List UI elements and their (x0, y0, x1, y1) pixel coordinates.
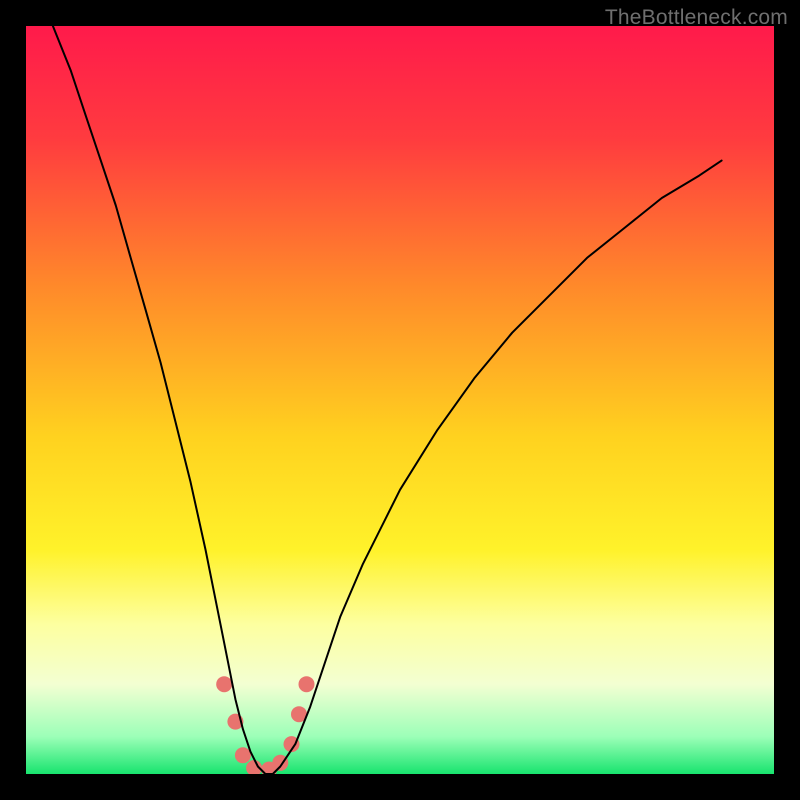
watermark-text: TheBottleneck.com (605, 6, 788, 30)
outer-frame: TheBottleneck.com (0, 0, 800, 800)
marker-dot (235, 747, 251, 763)
plot-area (26, 26, 774, 774)
chart-svg (26, 26, 774, 774)
marker-dot (299, 676, 315, 692)
gradient-background (26, 26, 774, 774)
marker-dot (216, 676, 232, 692)
